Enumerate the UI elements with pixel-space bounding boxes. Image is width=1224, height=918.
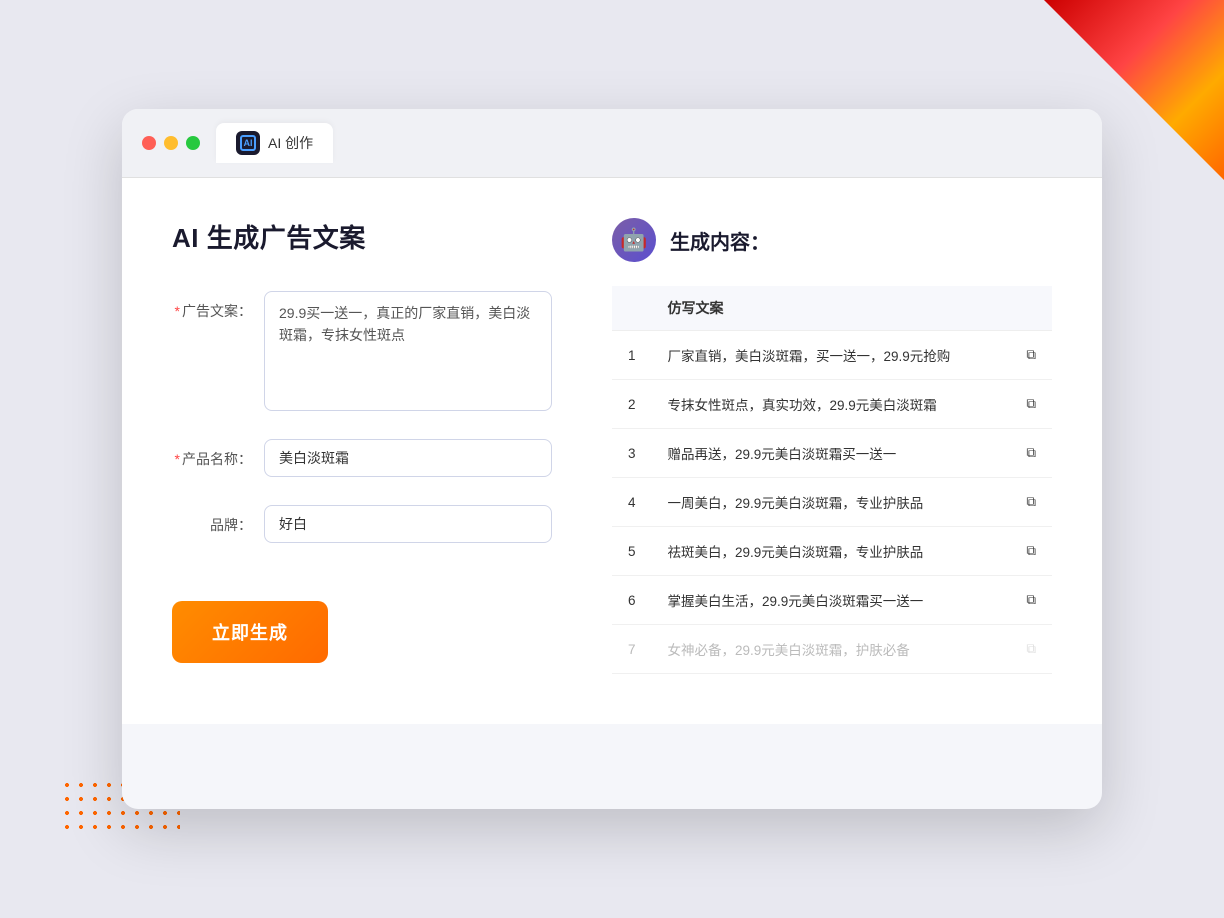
copy-button[interactable]: ⧉ [1010,576,1052,625]
maximize-button[interactable] [186,136,200,150]
brand-group: 品牌： [172,505,552,543]
tab-icon: AI [236,131,260,155]
title-bar: AI AI 创作 [122,109,1102,178]
row-number: 4 [612,478,652,527]
row-number: 2 [612,380,652,429]
browser-content: AI 生成广告文案 *广告文案： 29.9买一送一，真正的厂家直销，美白淡斑霜，… [122,178,1102,724]
row-number: 7 [612,625,652,674]
required-star-1: * [175,303,180,319]
ai-tab[interactable]: AI AI 创作 [216,123,333,163]
table-row: 5祛斑美白，29.9元美白淡斑霜，专业护肤品⧉ [612,527,1052,576]
row-text: 女神必备，29.9元美白淡斑霜，护肤必备 [652,625,1011,674]
browser-window: AI AI 创作 AI 生成广告文案 *广告文案： 29.9买一送一，真正的厂家… [122,109,1102,809]
page-title: AI 生成广告文案 [172,218,552,255]
tab-label: AI 创作 [268,133,313,153]
minimize-button[interactable] [164,136,178,150]
product-name-label: *产品名称： [172,439,252,469]
copy-button[interactable]: ⧉ [1010,478,1052,527]
row-text: 一周美白，29.9元美白淡斑霜，专业护肤品 [652,478,1011,527]
copy-button[interactable]: ⧉ [1010,331,1052,380]
ad-copy-group: *广告文案： 29.9买一送一，真正的厂家直销，美白淡斑霜，专抹女性斑点 [172,291,552,411]
product-name-group: *产品名称： [172,439,552,477]
table-row: 1厂家直销，美白淡斑霜，买一送一，29.9元抢购⧉ [612,331,1052,380]
row-text: 祛斑美白，29.9元美白淡斑霜，专业护肤品 [652,527,1011,576]
required-star-2: * [175,451,180,467]
ad-copy-label: *广告文案： [172,291,252,321]
tab-icon-inner: AI [240,135,256,151]
row-text: 掌握美白生活，29.9元美白淡斑霜买一送一 [652,576,1011,625]
col-copy [1010,286,1052,331]
brand-label: 品牌： [172,505,252,535]
row-text: 赠品再送，29.9元美白淡斑霜买一送一 [652,429,1011,478]
result-table: 仿写文案 1厂家直销，美白淡斑霜，买一送一，29.9元抢购⧉2专抹女性斑点，真实… [612,286,1052,674]
product-name-input[interactable] [264,439,552,477]
row-text: 专抹女性斑点，真实功效，29.9元美白淡斑霜 [652,380,1011,429]
table-row: 6掌握美白生活，29.9元美白淡斑霜买一送一⧉ [612,576,1052,625]
copy-button[interactable]: ⧉ [1010,380,1052,429]
row-number: 3 [612,429,652,478]
col-num [612,286,652,331]
row-text: 厂家直销，美白淡斑霜，买一送一，29.9元抢购 [652,331,1011,380]
row-number: 5 [612,527,652,576]
right-panel: 🤖 生成内容： 仿写文案 1厂家直销，美白淡斑霜，买一送一，29.9元抢购⧉2专… [612,218,1052,674]
robot-icon: 🤖 [612,218,656,262]
col-text: 仿写文案 [652,286,1011,331]
copy-button[interactable]: ⧉ [1010,625,1052,674]
result-header: 🤖 生成内容： [612,218,1052,262]
table-row: 7女神必备，29.9元美白淡斑霜，护肤必备⧉ [612,625,1052,674]
copy-button[interactable]: ⧉ [1010,429,1052,478]
window-controls [142,136,200,150]
ad-copy-textarea[interactable]: 29.9买一送一，真正的厂家直销，美白淡斑霜，专抹女性斑点 [264,291,552,411]
table-row: 3赠品再送，29.9元美白淡斑霜买一送一⧉ [612,429,1052,478]
row-number: 6 [612,576,652,625]
left-panel: AI 生成广告文案 *广告文案： 29.9买一送一，真正的厂家直销，美白淡斑霜，… [172,218,552,674]
table-row: 4一周美白，29.9元美白淡斑霜，专业护肤品⧉ [612,478,1052,527]
close-button[interactable] [142,136,156,150]
row-number: 1 [612,331,652,380]
table-row: 2专抹女性斑点，真实功效，29.9元美白淡斑霜⧉ [612,380,1052,429]
result-title: 生成内容： [670,226,770,255]
copy-button[interactable]: ⧉ [1010,527,1052,576]
robot-face-icon: 🤖 [620,227,647,253]
generate-button[interactable]: 立即生成 [172,601,328,663]
brand-input[interactable] [264,505,552,543]
